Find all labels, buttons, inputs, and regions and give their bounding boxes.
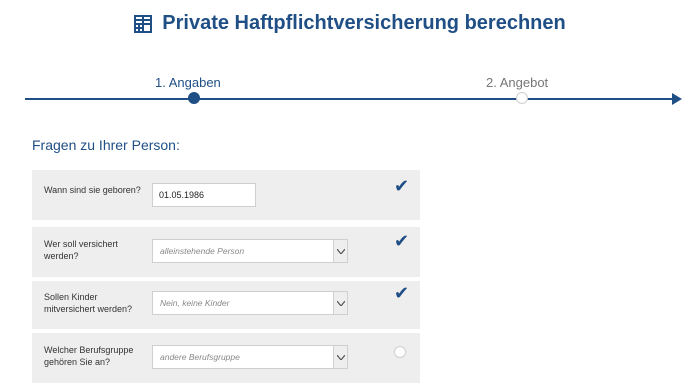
question-row-birthdate: Wann sind sie geboren? 01.05.1986 ✔ bbox=[32, 170, 420, 220]
question-row-children: Sollen Kinder mitversichert werden? Nein… bbox=[32, 281, 420, 329]
children-select[interactable]: Nein, keine Kinder bbox=[152, 291, 348, 315]
step-1-label[interactable]: 1. Angaben bbox=[155, 75, 221, 90]
check-icon: ✔ bbox=[394, 231, 410, 251]
page-title-container: Private Haftpflichtversicherung berechne… bbox=[134, 12, 566, 35]
calculator-icon bbox=[134, 14, 153, 33]
step-2-dot[interactable] bbox=[516, 92, 528, 104]
progress-stepper: 1. Angaben 2. Angebot bbox=[0, 70, 700, 110]
select-value: andere Berufsgruppe bbox=[160, 352, 240, 362]
question-label: Sollen Kinder mitversichert werden? bbox=[44, 292, 133, 314]
question-label: Welcher Berufsgruppe gehören Sie an? bbox=[44, 345, 134, 367]
header: Private Haftpflichtversicherung berechne… bbox=[0, 12, 700, 38]
insured-select[interactable]: alleinstehende Person bbox=[152, 239, 348, 263]
birthdate-input[interactable]: 01.05.1986 bbox=[152, 183, 256, 207]
check-icon: ✔ bbox=[394, 176, 410, 196]
chevron-down-icon[interactable] bbox=[333, 292, 347, 314]
question-row-insured: Wer soll versichert werden? alleinstehen… bbox=[32, 227, 420, 277]
section-heading: Fragen zu Ihrer Person: bbox=[32, 137, 180, 153]
select-value: Nein, keine Kinder bbox=[160, 298, 230, 308]
chevron-down-icon[interactable] bbox=[333, 240, 347, 262]
pending-status-icon bbox=[394, 346, 406, 358]
step-2-label[interactable]: 2. Angebot bbox=[486, 75, 548, 90]
step-1-dot[interactable] bbox=[188, 92, 200, 104]
question-label: Wer soll versichert werden? bbox=[44, 239, 118, 261]
select-value: alleinstehende Person bbox=[160, 246, 245, 256]
arrow-right-icon bbox=[672, 93, 682, 105]
progress-track bbox=[25, 98, 676, 100]
question-label: Wann sind sie geboren? bbox=[44, 185, 141, 195]
page-title: Private Haftpflichtversicherung berechne… bbox=[162, 12, 566, 34]
occupation-select[interactable]: andere Berufsgruppe bbox=[152, 345, 348, 369]
check-icon: ✔ bbox=[394, 283, 410, 303]
question-row-occupation: Welcher Berufsgruppe gehören Sie an? and… bbox=[32, 333, 420, 383]
chevron-down-icon[interactable] bbox=[333, 346, 347, 368]
